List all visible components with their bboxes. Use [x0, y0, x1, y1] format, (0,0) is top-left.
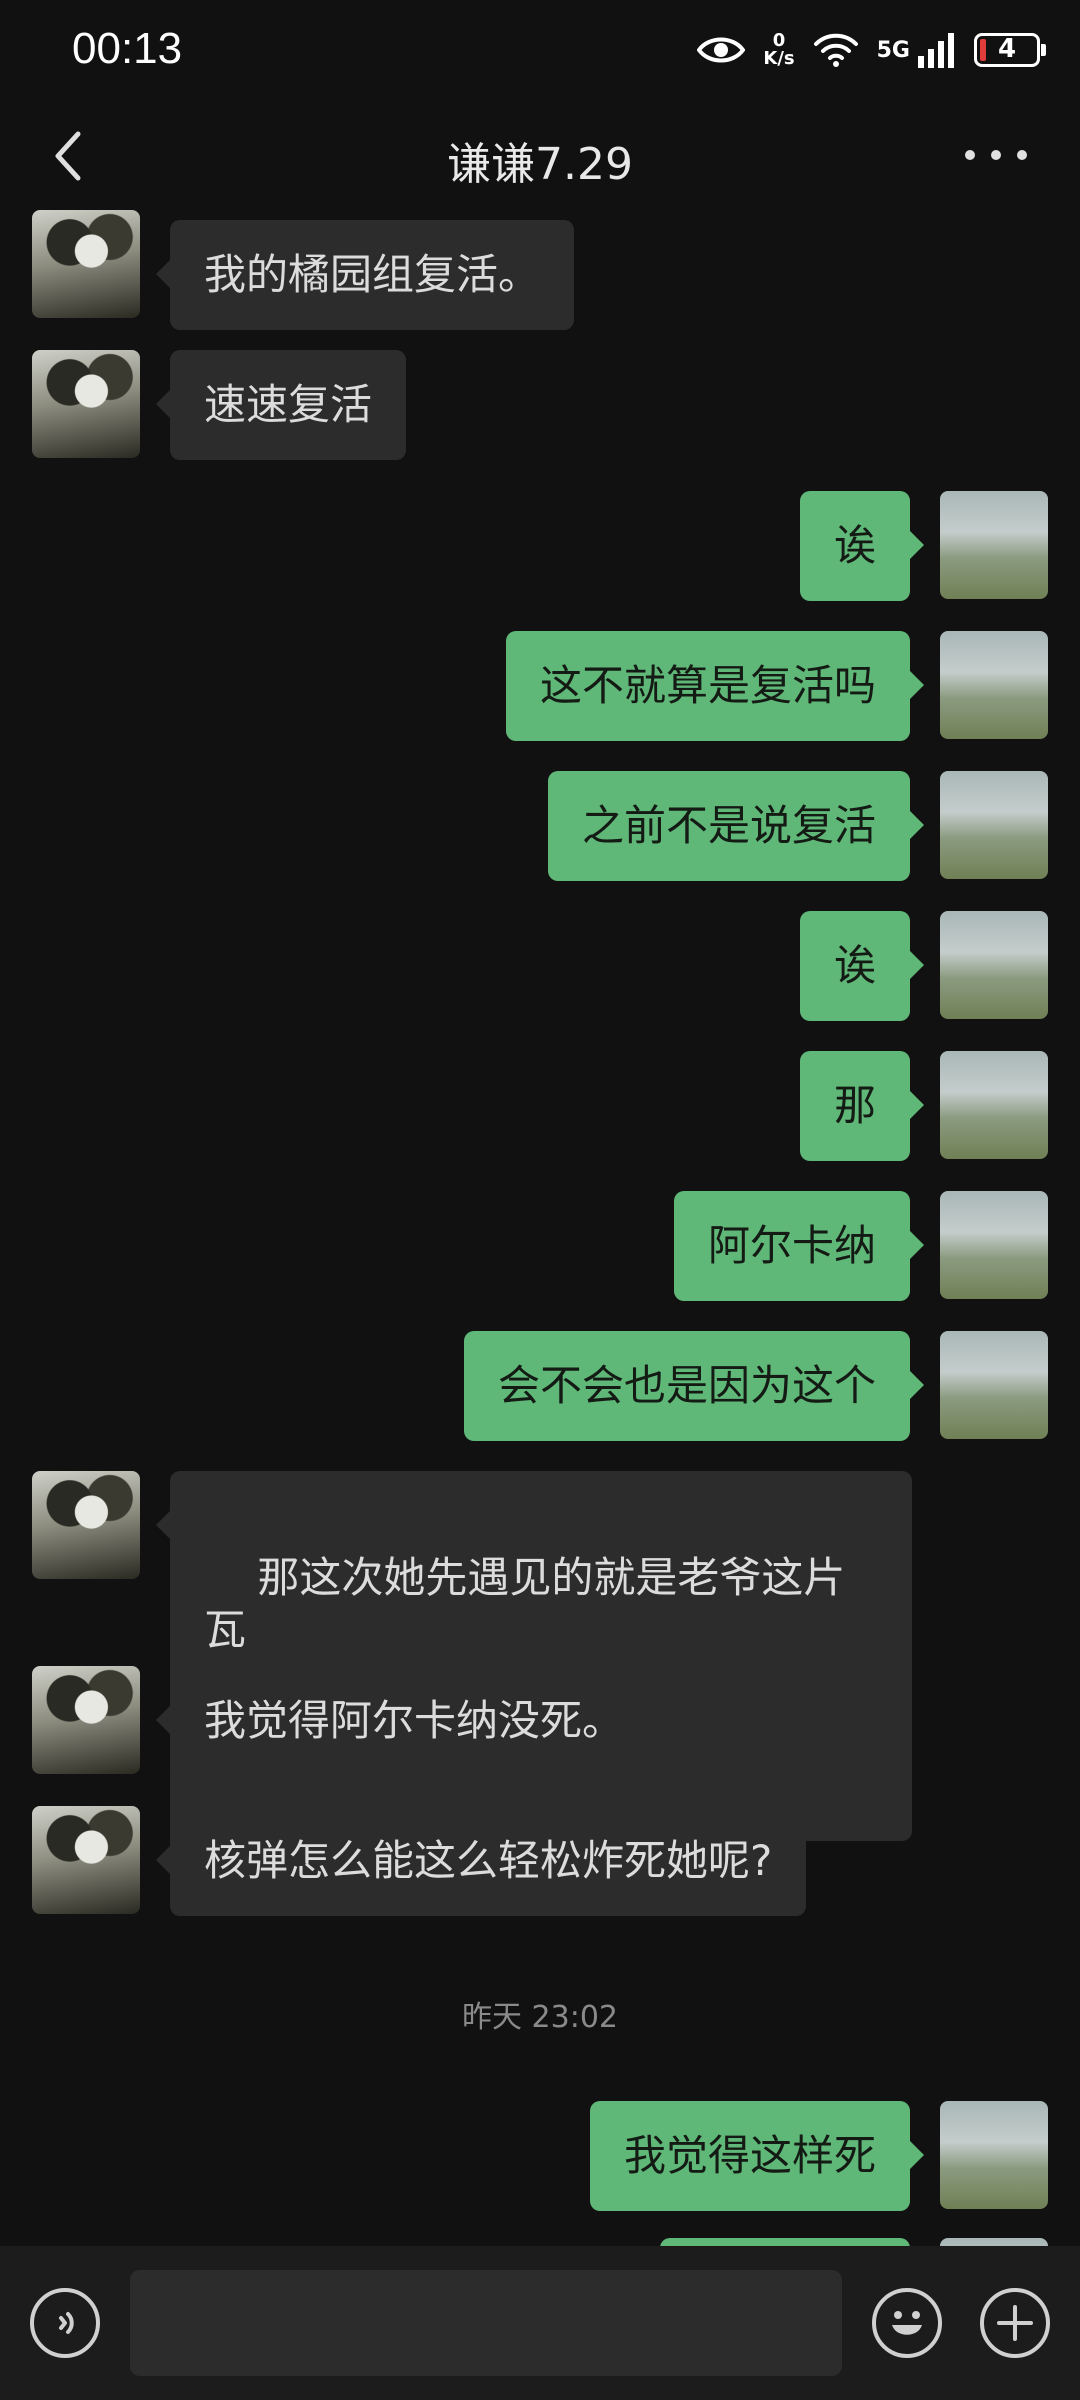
voice-button[interactable] — [30, 2288, 100, 2358]
voice-icon — [59, 2312, 74, 2334]
message-row: 那 — [0, 1051, 1080, 1161]
plus-icon — [997, 2305, 1033, 2341]
status-icons: 0 K/s 5G 4 — [697, 22, 1046, 78]
message-bubble[interactable]: 这不就算是复活吗 — [505, 631, 925, 741]
message-bubble[interactable]: 阿尔卡纳 — [673, 1191, 925, 1301]
message-input[interactable] — [130, 2270, 842, 2376]
avatar[interactable] — [32, 1666, 140, 1774]
message-bubble[interactable]: 之前不是说复活 — [547, 771, 925, 881]
avatar[interactable] — [32, 210, 140, 318]
message-bubble[interactable]: 我的橘园组复活。 — [155, 220, 575, 330]
status-bar: 00:13 0 K/s 5G 4 — [0, 0, 1080, 100]
message-row: 核弹怎么能这么轻松炸死她呢? — [0, 1806, 1080, 1916]
message-row: 我觉得阿尔卡纳没死。 — [0, 1666, 1080, 1776]
message-bubble[interactable]: 核弹怎么能这么轻松炸死她呢? — [155, 1806, 807, 1916]
avatar[interactable] — [940, 631, 1048, 739]
avatar[interactable] — [940, 491, 1048, 599]
battery-level: 4 — [997, 34, 1017, 64]
battery-icon: 4 — [974, 33, 1046, 67]
message-bubble[interactable]: 那这次她先遇见的就是老爷这片瓦 砾了 — [156, 1471, 912, 1841]
message-row: 我觉得这样死 — [0, 2101, 1080, 2211]
chat-title: 谦谦7.29 — [447, 139, 633, 190]
message-bubble[interactable]: 速速复活 — [155, 350, 407, 460]
message-bubble[interactable]: 会不会也是因为这个 — [463, 1331, 925, 1441]
message-row: 之前不是说复活 — [0, 771, 1080, 881]
eye-icon — [697, 37, 746, 63]
wifi-icon — [813, 33, 858, 67]
avatar[interactable] — [32, 1471, 140, 1579]
message-row: 诶 — [0, 491, 1080, 601]
message-row: 这不就算是复活吗 — [0, 631, 1080, 741]
message-bubble[interactable]: 诶 — [799, 911, 925, 1021]
message-timestamp: 昨天 23:02 — [462, 2000, 618, 2035]
message-bubble[interactable]: 我觉得这样死 — [589, 2101, 925, 2211]
message-row: 我的橘园组复活。 — [0, 210, 1080, 330]
avatar[interactable] — [940, 2101, 1048, 2209]
message-text-line-1: 那这次她先遇见的就是老爷这片瓦 — [204, 1553, 846, 1654]
status-time: 00:13 — [72, 24, 183, 73]
avatar[interactable] — [940, 771, 1048, 879]
chat-header: 谦谦7.29 — [0, 100, 1080, 212]
message-bubble[interactable]: 那 — [799, 1051, 925, 1161]
avatar[interactable] — [940, 1331, 1048, 1439]
network-type: 5G — [876, 37, 910, 63]
avatar[interactable] — [940, 911, 1048, 1019]
message-row: 速速复活 — [0, 350, 1080, 460]
input-bar — [0, 2246, 1080, 2400]
avatar[interactable] — [32, 1806, 140, 1914]
message-bubble[interactable]: 我觉得阿尔卡纳没死。 — [155, 1666, 659, 1776]
net-speed-unit: K/s — [763, 48, 795, 69]
avatar[interactable] — [940, 1191, 1048, 1299]
message-row: 那这次她先遇见的就是老爷这片瓦 砾了 — [0, 1471, 1080, 1841]
message-row: 诶 — [0, 911, 1080, 1021]
net-speed: 0 K/s — [763, 32, 794, 68]
signal-icon — [918, 33, 954, 68]
avatar[interactable] — [940, 1051, 1048, 1159]
message-bubble[interactable]: 诶 — [799, 491, 925, 601]
avatar[interactable] — [32, 350, 140, 458]
emoji-icon — [892, 2311, 922, 2335]
message-row: 阿尔卡纳 — [0, 1191, 1080, 1301]
emoji-button[interactable] — [872, 2288, 942, 2358]
more-dots-icon[interactable] — [956, 140, 1036, 170]
plus-button[interactable] — [980, 2288, 1050, 2358]
message-row: 会不会也是因为这个 — [0, 1331, 1080, 1441]
